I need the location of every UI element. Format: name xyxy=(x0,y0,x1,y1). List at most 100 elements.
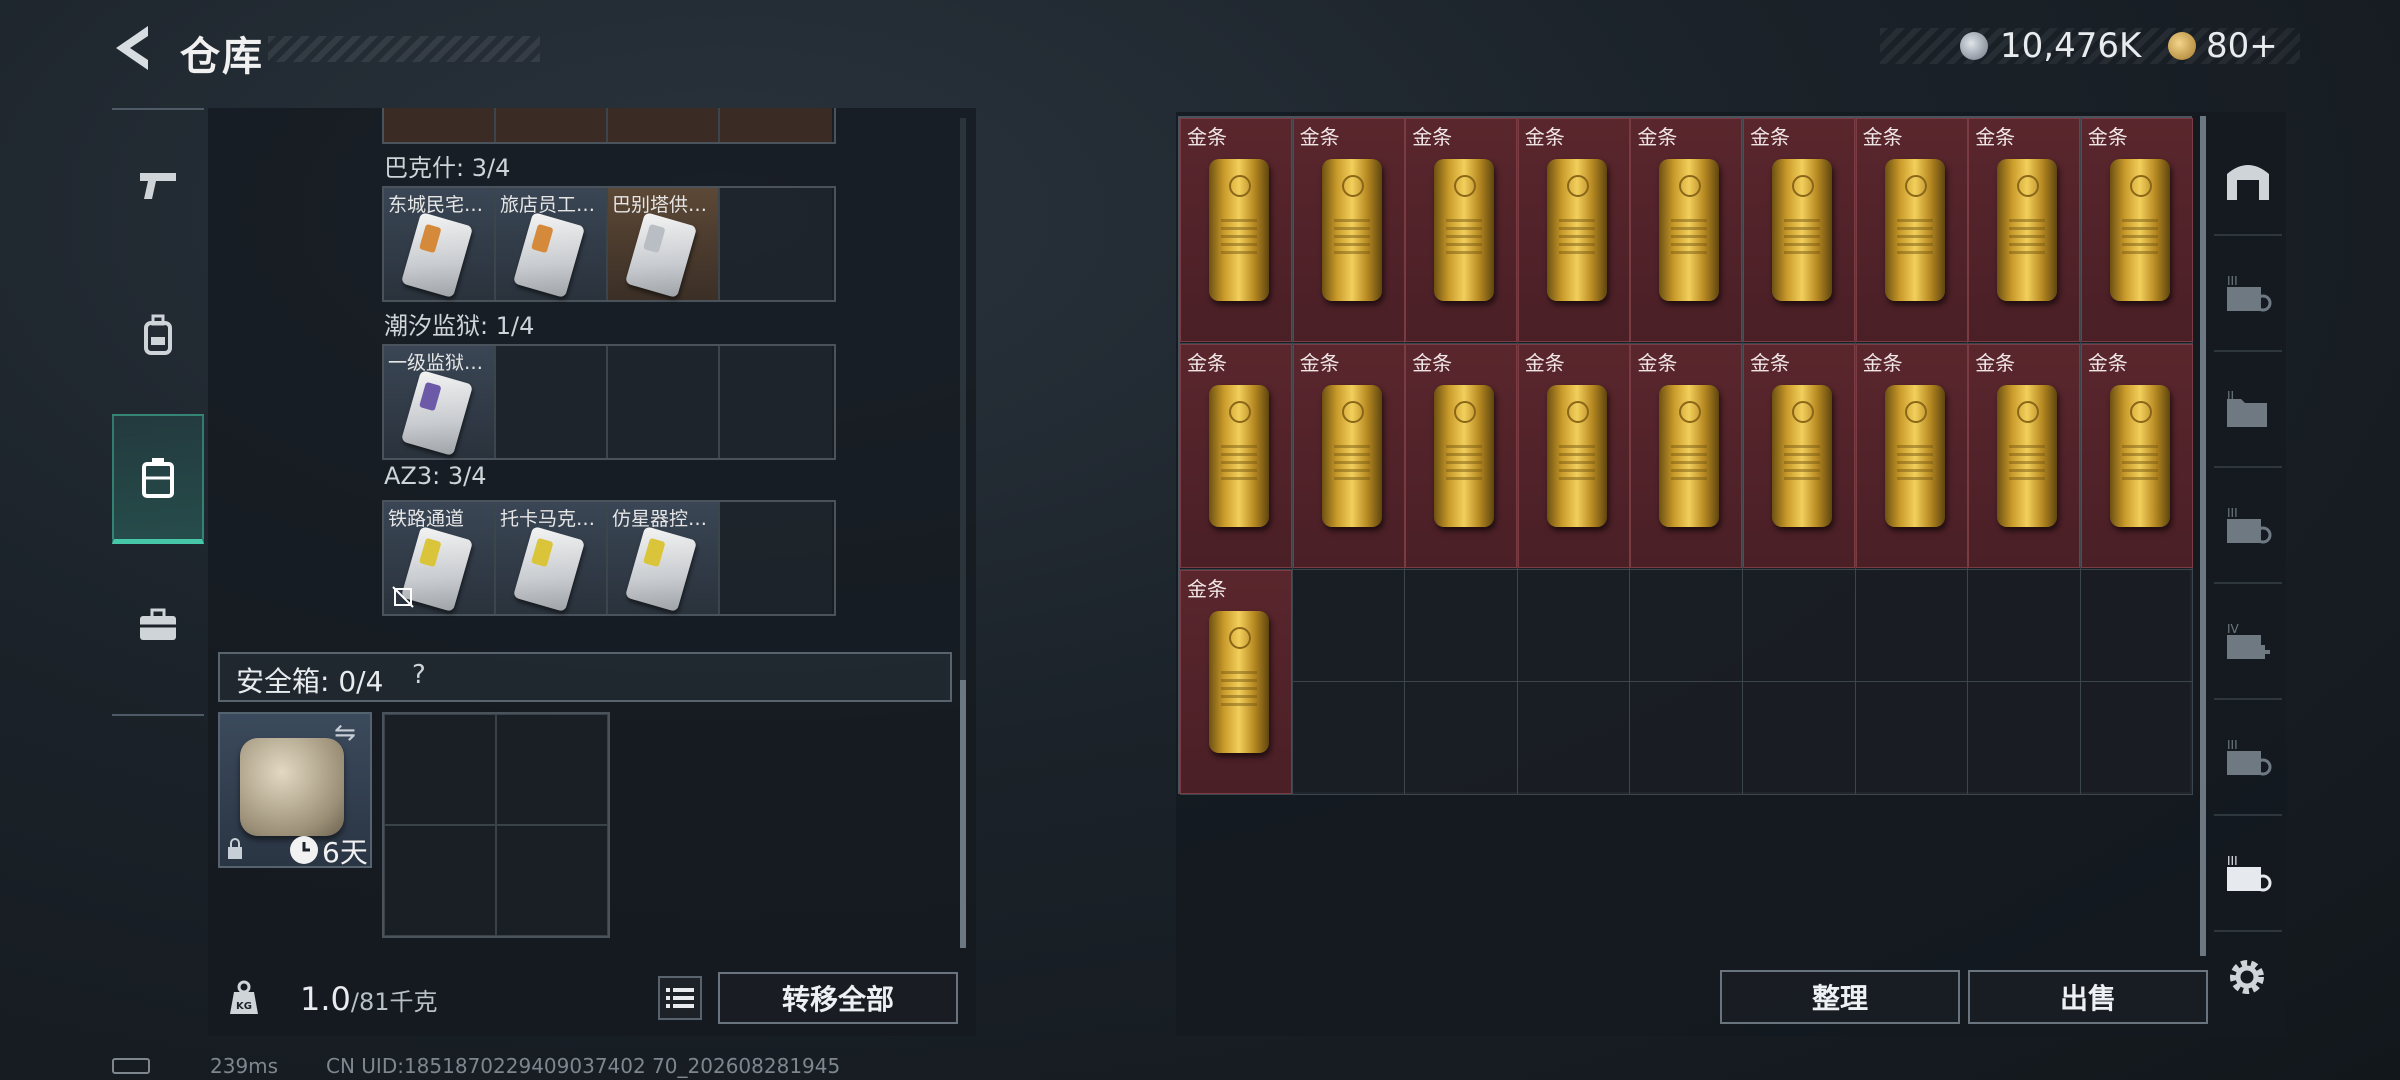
keycard-slot[interactable]: 巴别塔供… xyxy=(608,188,720,300)
storage-cell[interactable] xyxy=(1742,569,1856,683)
safebox-label: 安全箱: 0/4 xyxy=(236,665,384,698)
keycard-slot[interactable]: 一级监狱… xyxy=(384,346,496,458)
nav-weapons[interactable] xyxy=(112,120,204,250)
gold-bar-item[interactable]: 金条 xyxy=(1292,343,1405,568)
storage-cell[interactable] xyxy=(1855,569,1969,683)
storage-cell[interactable] xyxy=(1855,682,1969,796)
keycard-name: 巴别塔供… xyxy=(612,194,708,216)
gold-bar-item[interactable]: 金条 xyxy=(1630,343,1743,568)
gold-bar-image xyxy=(1321,159,1382,301)
item-name: 金条 xyxy=(1637,125,1678,149)
gold-bar-item[interactable]: 金条 xyxy=(1405,343,1518,568)
gold-bar-item[interactable]: 金条 xyxy=(1180,343,1292,568)
keycard-slot-empty[interactable] xyxy=(720,188,832,300)
keycard-image xyxy=(624,525,698,613)
gold-bar-image xyxy=(1434,159,1495,301)
gold-bar-item[interactable]: 金条 xyxy=(1517,118,1630,342)
keycard-slot[interactable] xyxy=(608,108,720,142)
item-name: 金条 xyxy=(1187,125,1227,149)
tab-medical[interactable]: IV xyxy=(2214,588,2282,700)
sort-button[interactable]: 整理 xyxy=(1720,970,1960,1024)
keycard-slot[interactable] xyxy=(384,108,496,142)
storage-cell[interactable] xyxy=(1405,569,1518,683)
gold-bar-item[interactable]: 金条 xyxy=(1855,118,1968,342)
gold-bar-item[interactable]: 金条 xyxy=(1517,343,1630,568)
keycard-slot[interactable]: 东城民宅… xyxy=(384,188,496,300)
keycard-image xyxy=(400,369,474,457)
tab-storage-home[interactable] xyxy=(2214,124,2282,236)
tab-storage-3b[interactable]: III xyxy=(2214,472,2282,584)
gold-bar-item[interactable]: 金条 xyxy=(1405,118,1518,342)
tab-storage-folder[interactable]: II xyxy=(2214,356,2282,468)
storage-case-tier3-icon: III xyxy=(2227,855,2272,892)
keycard-slot-empty[interactable] xyxy=(608,346,720,458)
item-name: 金条 xyxy=(1750,125,1790,149)
gold-bar-item[interactable]: 金条 xyxy=(1743,343,1855,568)
storage-cell[interactable] xyxy=(1630,682,1743,796)
storage-cell[interactable] xyxy=(1742,682,1856,796)
sell-button[interactable]: 出售 xyxy=(1968,970,2208,1024)
gold-bar-item[interactable]: 金条 xyxy=(2080,118,2193,342)
left-scrollbar-thumb[interactable] xyxy=(960,680,966,948)
storage-cell[interactable] xyxy=(2080,682,2194,796)
storage-cell[interactable] xyxy=(1517,682,1631,796)
gold-bar-item[interactable]: 金条 xyxy=(1292,118,1405,342)
keycard-slot[interactable]: 仿星器控… xyxy=(608,502,720,614)
list-view-button[interactable] xyxy=(658,976,702,1020)
storage-cell[interactable] xyxy=(2080,569,2194,683)
keycard-slot-empty[interactable] xyxy=(720,346,832,458)
gold-bar-item[interactable]: 金条 xyxy=(1630,118,1743,342)
back-arrow-icon[interactable] xyxy=(108,22,156,74)
storage-cell[interactable] xyxy=(1405,682,1518,796)
help-icon[interactable]: ? xyxy=(412,660,426,690)
gold-bar-item[interactable]: 金条 xyxy=(1855,343,1968,568)
gold-bar-image xyxy=(1546,384,1607,527)
keycard-slot-empty[interactable] xyxy=(720,502,832,614)
page-title: 仓库 xyxy=(180,34,264,80)
storage-cell[interactable] xyxy=(1292,569,1406,683)
gear-icon[interactable] xyxy=(2222,952,2272,1002)
safebox-slot[interactable] xyxy=(496,714,608,825)
keycard-slot[interactable] xyxy=(720,108,832,142)
svg-text:III: III xyxy=(2227,739,2238,752)
keycard-image xyxy=(512,525,586,613)
nav-toolbox[interactable] xyxy=(112,560,204,690)
currency-secondary-amount[interactable]: 80+ xyxy=(2206,26,2278,66)
keycard-group-label: AZ3: 3/4 xyxy=(384,462,487,490)
right-scrollbar[interactable] xyxy=(2200,116,2206,956)
safebox-slot[interactable] xyxy=(384,825,496,936)
storage-cell[interactable] xyxy=(1968,682,2081,796)
nav-equipment[interactable] xyxy=(112,270,204,400)
storage-cell[interactable] xyxy=(1630,569,1743,683)
no-card-icon xyxy=(392,586,414,608)
safebox-slot[interactable] xyxy=(384,714,496,825)
storage-cell[interactable] xyxy=(1968,569,2081,683)
item-name: 金条 xyxy=(2087,125,2128,149)
keycard-slot[interactable] xyxy=(496,108,608,142)
gold-bar-item[interactable]: 金条 xyxy=(1968,118,2081,342)
safebox-slot[interactable] xyxy=(496,825,608,936)
gold-bar-item[interactable]: 金条 xyxy=(1743,118,1855,342)
gold-bar-image xyxy=(1997,159,2058,301)
transfer-all-button[interactable]: 转移全部 xyxy=(718,972,958,1024)
capacity-max: /81千克 xyxy=(350,988,438,1016)
gold-bar-item[interactable]: 金条 xyxy=(1968,343,2081,568)
tab-storage-3d[interactable]: III xyxy=(2214,820,2282,932)
storage-cell[interactable] xyxy=(1517,569,1631,683)
nav-storage[interactable] xyxy=(112,414,204,544)
tab-storage-3c[interactable]: III xyxy=(2214,704,2282,816)
keycard-slot[interactable]: 托卡马克… xyxy=(496,502,608,614)
keycard-slot[interactable]: 铁路通道 xyxy=(384,502,496,614)
storage-case-tier3-icon: III xyxy=(2227,507,2272,544)
gold-bar-item[interactable]: 金条 xyxy=(1180,118,1292,342)
storage-cell[interactable] xyxy=(1292,682,1406,796)
svg-text:IV: IV xyxy=(2227,623,2240,636)
tab-storage-3[interactable]: III xyxy=(2214,240,2282,352)
gold-bar-item[interactable]: 金条 xyxy=(1180,569,1292,794)
gold-bar-item[interactable]: 金条 xyxy=(2080,343,2193,568)
capacity-current: 1.0 xyxy=(300,980,351,1018)
keycard-slot[interactable]: 旅店员工… xyxy=(496,188,608,300)
keycard-slot-empty[interactable] xyxy=(496,346,608,458)
swap-icon[interactable]: ⇋ xyxy=(334,718,356,748)
keycard-image xyxy=(624,211,698,299)
